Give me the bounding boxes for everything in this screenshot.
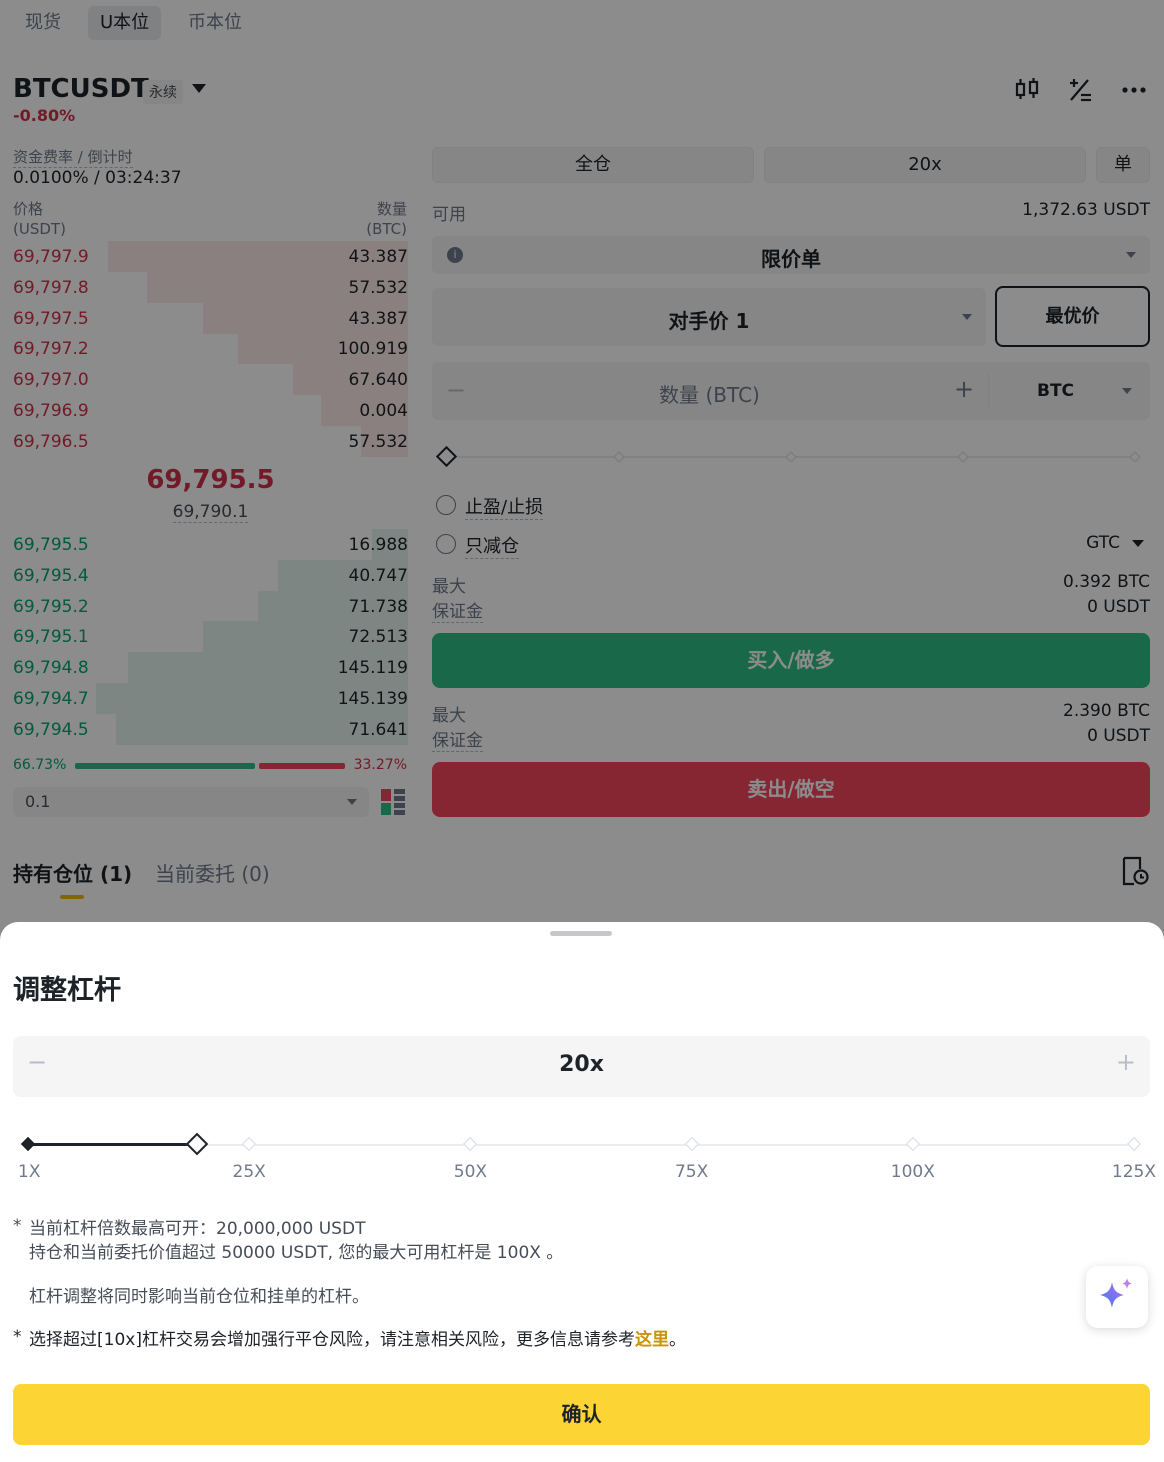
note-bullet: * [13,1327,22,1347]
leverage-slider-label: 1X [18,1162,41,1182]
leverage-slider-tick[interactable] [242,1136,257,1152]
leverage-sheet: 调整杠杆 − 20x + 1X 25X 50X 75X 100X 125X * 当前杠杆倍… [0,922,1164,1462]
note-affects-orders: 杠杆调整将同时影响当前仓位和挂单的杠杆。 [29,1287,369,1307]
leverage-value[interactable]: 20x [13,1052,1150,1077]
leverage-slider-label: 75X [674,1162,709,1182]
leverage-slider-tick[interactable] [684,1136,699,1152]
leverage-slider-label: 100X [890,1162,935,1182]
leverage-slider-tick[interactable] [905,1136,920,1152]
leverage-stepper: − 20x + [13,1036,1150,1097]
leverage-slider-start[interactable] [20,1136,36,1152]
leverage-slider-fill [28,1143,198,1146]
sheet-title: 调整杠杆 [13,975,121,1006]
leverage-slider-tick[interactable] [1126,1136,1142,1152]
leverage-slider-label: 50X [453,1162,488,1182]
confirm-button[interactable]: 确认 [13,1384,1150,1445]
leverage-slider-label: 125X [1111,1162,1156,1182]
risk-warning: 选择超过[10x]杠杆交易会增加强行平仓风险，请注意相关风险，更多信息请参考这里… [29,1325,686,1350]
sheet-drag-handle[interactable] [550,931,612,936]
sparkle-icon [1100,1278,1132,1308]
leverage-slider-label: 25X [232,1162,266,1182]
note-max-leverage: 持仓和当前委托价值超过 50000 USDT, 您的最大可用杠杆是 100X 。 [29,1243,564,1263]
ai-assistant-button[interactable] [1086,1266,1148,1328]
risk-warning-suffix: 。 [668,1330,686,1350]
leverage-plus-button[interactable]: + [1116,1048,1136,1076]
note-max-position: 当前杠杆倍数最高可开：20,000,000 USDT [29,1219,366,1239]
leverage-slider-tick[interactable] [463,1136,478,1152]
more-info-link[interactable]: 这里 [635,1330,669,1350]
note-bullet: * [13,1216,22,1236]
leverage-slider-handle[interactable] [185,1132,209,1156]
risk-warning-text: 选择超过[10x]杠杆交易会增加强行平仓风险，请注意相关风险，更多信息请参考 [29,1330,635,1350]
